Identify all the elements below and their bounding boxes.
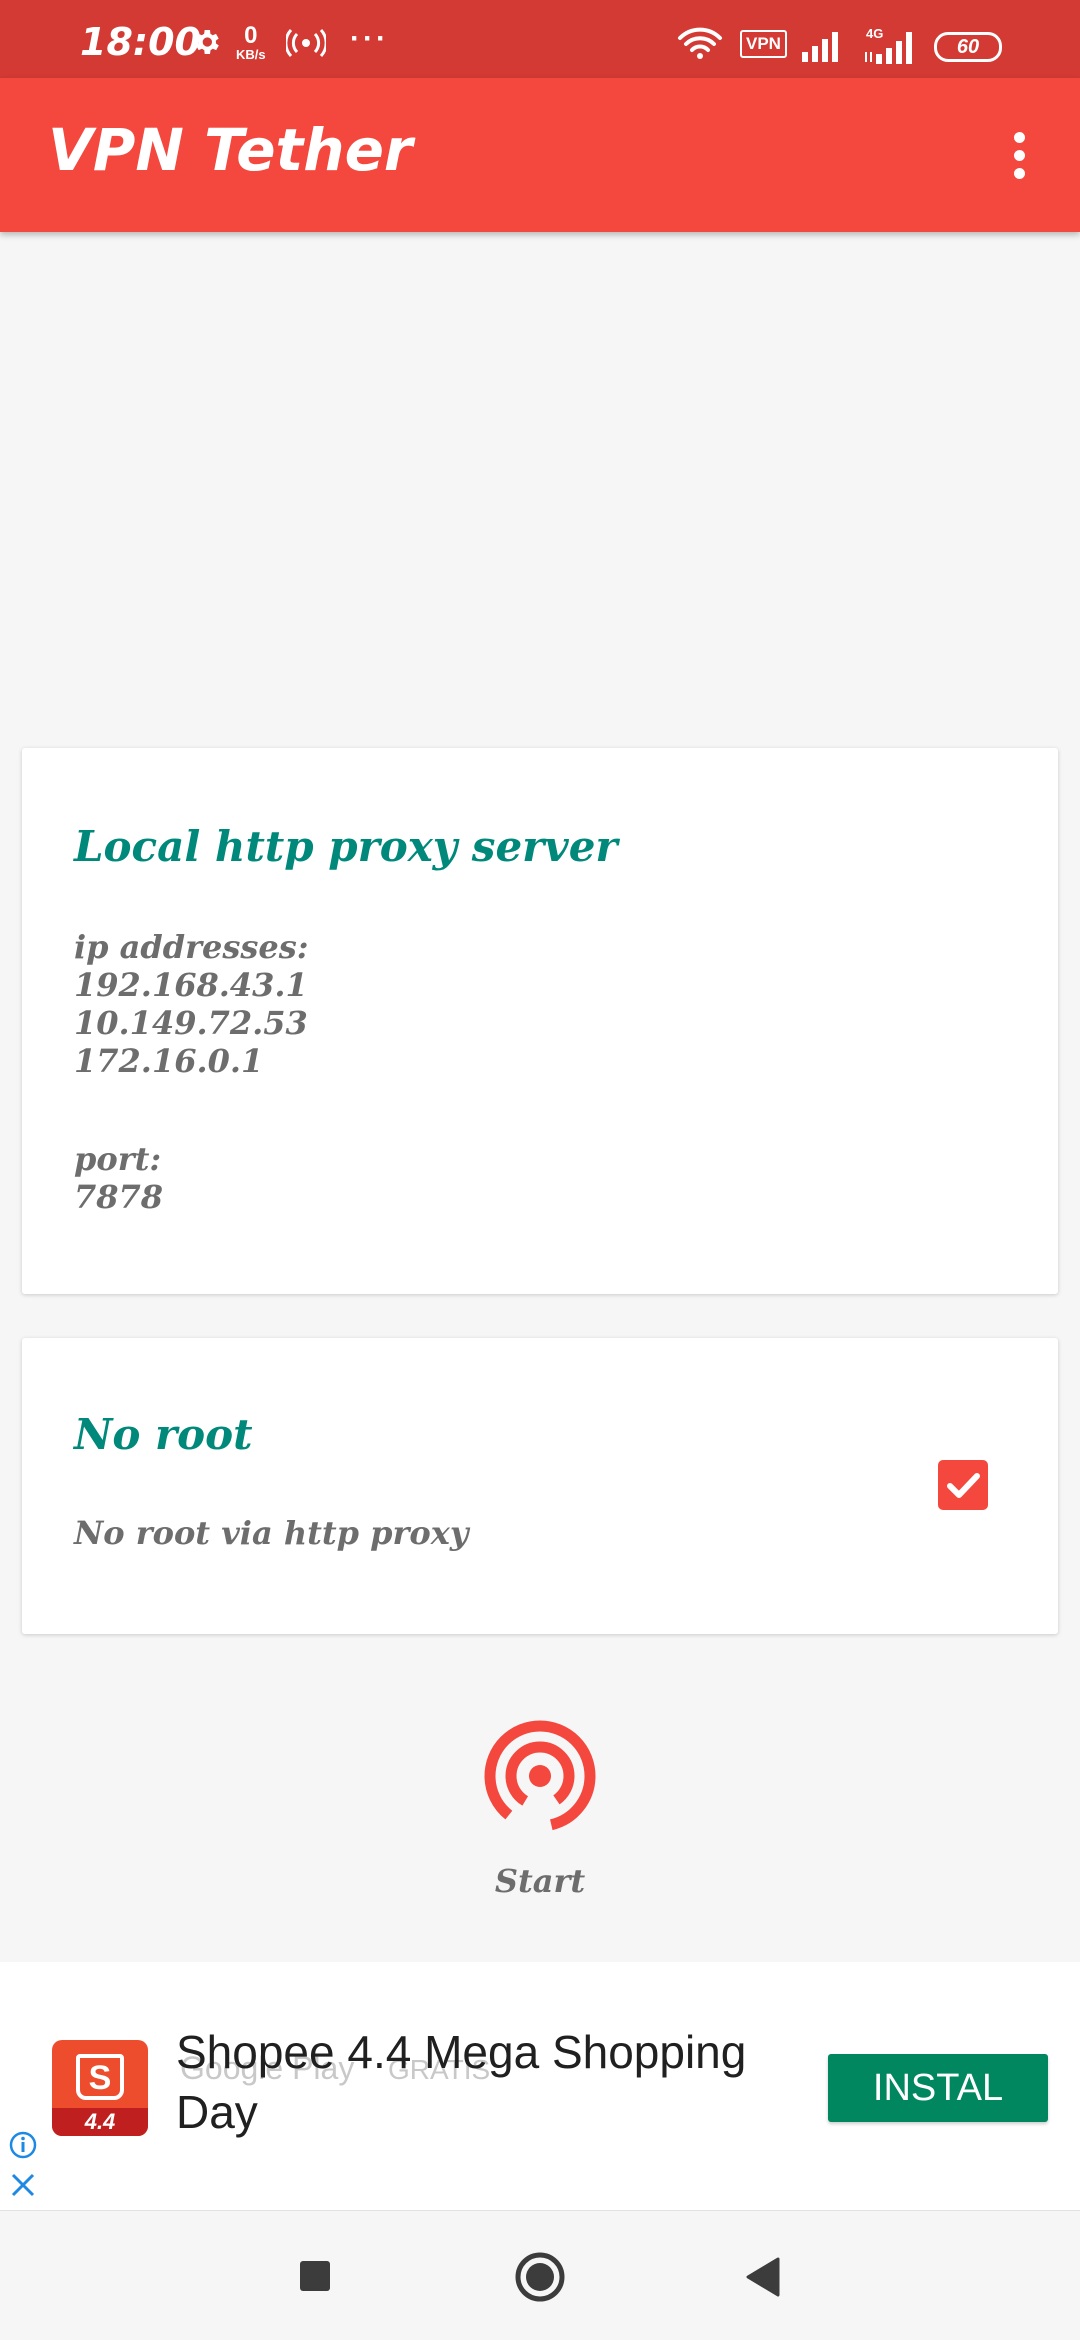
hotspot-icon (284, 28, 328, 63)
start-label: Start (494, 1862, 586, 1900)
back-icon[interactable] (742, 2255, 782, 2304)
proxy-card-title: Local http proxy server (74, 822, 618, 871)
close-icon[interactable] (8, 2170, 38, 2205)
no-root-title: No root (74, 1410, 253, 1459)
ip-address: 10.149.72.53 (74, 1004, 308, 1042)
no-root-card[interactable]: No root No root via http proxy (22, 1338, 1058, 1634)
no-root-summary: No root via http proxy (74, 1514, 469, 1552)
system-nav-bar (0, 2210, 1080, 2340)
shopping-bag-icon: S (76, 2054, 124, 2100)
shopee-logo[interactable]: S 4.4 (52, 2040, 148, 2136)
net-speed: 0 KB/s (236, 22, 266, 62)
ip-address: 172.16.0.1 (74, 1042, 264, 1080)
wifi-icon (676, 26, 724, 65)
more-notifications: ··· (350, 22, 389, 55)
ad-banner[interactable]: S 4.4 Google Play GRATIS Shopee 4.4 Mega… (0, 1962, 1080, 2210)
broadcast-icon[interactable] (480, 1720, 600, 1845)
ip-address-list: ip addresses: 192.168.43.1 10.149.72.53 … (74, 928, 309, 1080)
clock: 18:00 (80, 20, 201, 64)
install-button[interactable]: INSTAL (828, 2054, 1048, 2122)
app-title: VPN Tether (48, 116, 413, 184)
ip-label: ip addresses: (74, 928, 309, 966)
recents-icon[interactable] (300, 2261, 330, 2291)
net-speed-value: 0 (244, 22, 258, 49)
battery-icon: 60 (934, 32, 1002, 62)
start-button[interactable]: Start (0, 1720, 1080, 1920)
port-value: 7878 (74, 1178, 164, 1216)
gear-icon (190, 26, 222, 63)
signal-icon (800, 30, 844, 67)
ad-info-icon[interactable] (8, 2130, 38, 2165)
status-bar: 18:00 0 KB/s ··· VPN 4G 60 (0, 0, 1080, 78)
app-bar: VPN Tether (0, 78, 1080, 232)
checkmark-icon (947, 1473, 980, 1498)
net-speed-unit: KB/s (236, 47, 266, 62)
ad-title[interactable]: Shopee 4.4 Mega Shopping Day (176, 2022, 796, 2142)
overflow-menu-icon[interactable] (1000, 126, 1040, 186)
proxy-server-card: Local http proxy server ip addresses: 19… (22, 748, 1058, 1294)
port-block: port: 7878 (74, 1140, 163, 1216)
vpn-badge: VPN (740, 30, 787, 58)
logo-badge: 4.4 (52, 2108, 148, 2136)
ip-address: 192.168.43.1 (74, 966, 308, 1004)
port-label: port: (74, 1140, 162, 1178)
no-root-checkbox[interactable] (938, 1460, 988, 1510)
signal-icon (862, 28, 918, 69)
home-icon[interactable] (514, 2251, 566, 2308)
